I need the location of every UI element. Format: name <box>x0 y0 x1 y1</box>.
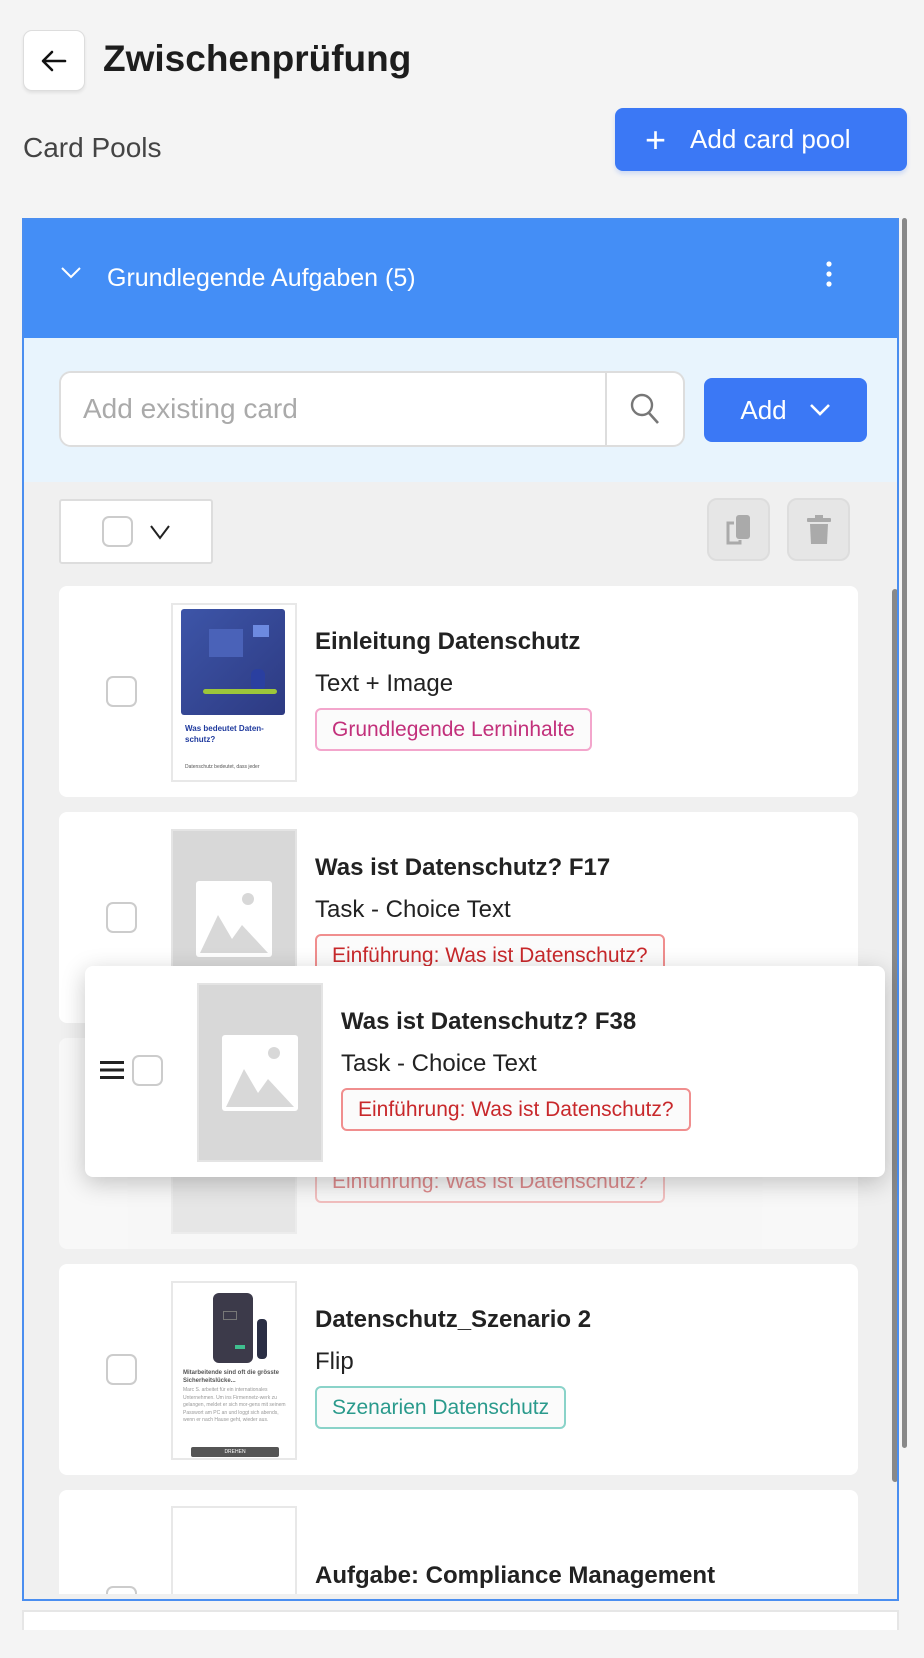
copy-icon <box>726 514 750 544</box>
thumbnail-heading: Was bedeutet Daten-schutz? <box>185 724 264 744</box>
more-options-icon[interactable] <box>825 260 833 288</box>
illustration-image <box>181 609 285 715</box>
thumbnail-heading: Mitarbeitende sind oft die grösste Siche… <box>183 1370 280 1384</box>
card-title: Was ist Datenschutz? F17 <box>315 854 611 881</box>
card-pool-panel: Grundlegende Aufgaben (5) Add existing c… <box>22 218 899 1601</box>
select-all-checkbox[interactable] <box>101 516 133 547</box>
drag-handle-icon[interactable] <box>100 1060 124 1080</box>
copy-button[interactable] <box>707 498 770 561</box>
card-checkbox[interactable] <box>132 1055 163 1086</box>
card-pool-header[interactable]: Grundlegende Aufgaben (5) <box>24 220 897 338</box>
add-dropdown-button[interactable]: Add <box>704 378 867 442</box>
card-checkbox[interactable] <box>106 1354 137 1385</box>
page-scrollbar[interactable] <box>902 218 907 1448</box>
back-button[interactable] <box>23 30 85 91</box>
plus-icon: + <box>645 118 667 160</box>
card-thumbnail <box>197 983 323 1162</box>
card-list-item[interactable]: Mitarbeitende sind oft die grösste Siche… <box>59 1264 858 1475</box>
card-tag: Szenarien Datenschutz <box>315 1386 567 1429</box>
card-tag: Grundlegende Lerninhalte <box>315 708 592 751</box>
thumbnail-body: Marc S. arbeitet für ein internationales… <box>183 1387 286 1423</box>
search-button[interactable] <box>605 373 683 445</box>
phone-illustration <box>213 1293 253 1363</box>
card-title: Was ist Datenschutz? F38 <box>341 1008 637 1035</box>
add-card-pool-button[interactable]: + Add card pool <box>615 108 907 171</box>
card-title: Aufgabe: Compliance Management <box>315 1562 716 1589</box>
trash-icon <box>806 514 831 544</box>
add-card-bar: Add <box>24 338 897 482</box>
card-tag: Einführung: Was ist Datenschutz? <box>341 1088 691 1131</box>
chevron-down-icon[interactable] <box>60 266 82 280</box>
add-existing-card-input[interactable] <box>61 373 609 445</box>
thumbnail-flip-button: DREHEN <box>191 1447 279 1457</box>
card-thumbnail: Mitarbeitende sind oft die grösste Siche… <box>171 1281 297 1460</box>
search-icon <box>630 393 659 424</box>
chevron-down-icon[interactable] <box>149 524 171 540</box>
page-title: Zwischenprüfung <box>103 38 412 79</box>
card-type: Text + Image <box>315 670 454 697</box>
card-pool-title: Grundlegende Aufgaben (5) <box>107 264 416 292</box>
card-thumbnail <box>171 1506 297 1599</box>
image-placeholder-icon <box>222 1034 298 1111</box>
delete-button[interactable] <box>787 498 850 561</box>
card-title: Datenschutz_Szenario 2 <box>315 1306 592 1333</box>
card-checkbox[interactable] <box>106 676 137 707</box>
card-list-item[interactable]: Aufgabe: Compliance Management <box>59 1490 858 1599</box>
thumbnail-body: Datenschutz bedeutet, dass jeder <box>185 764 260 770</box>
card-type: Task - Choice Text <box>341 1050 537 1077</box>
card-type: Task - Choice Text <box>315 896 511 923</box>
select-all-dropdown[interactable] <box>59 499 213 564</box>
card-checkbox[interactable] <box>106 902 137 933</box>
list-scrollbar[interactable] <box>892 589 897 1482</box>
card-list-item[interactable]: Was bedeutet Daten-schutz? Datenschutz b… <box>59 586 858 797</box>
card-thumbnail: Was bedeutet Daten-schutz? Datenschutz b… <box>171 603 297 782</box>
add-card-pool-label: Add card pool <box>690 124 851 154</box>
dragged-card[interactable]: Was ist Datenschutz? F38 Task - Choice T… <box>85 966 885 1177</box>
add-existing-card-field[interactable] <box>59 371 685 447</box>
arrow-left-icon <box>41 50 67 71</box>
next-card-pool <box>22 1610 899 1630</box>
add-label: Add <box>740 394 787 425</box>
card-type: Flip <box>315 1348 354 1375</box>
chevron-down-icon <box>809 404 830 416</box>
card-title: Einleitung Datenschutz <box>315 628 581 655</box>
section-heading: Card Pools <box>23 132 162 163</box>
image-placeholder-icon <box>196 880 272 957</box>
